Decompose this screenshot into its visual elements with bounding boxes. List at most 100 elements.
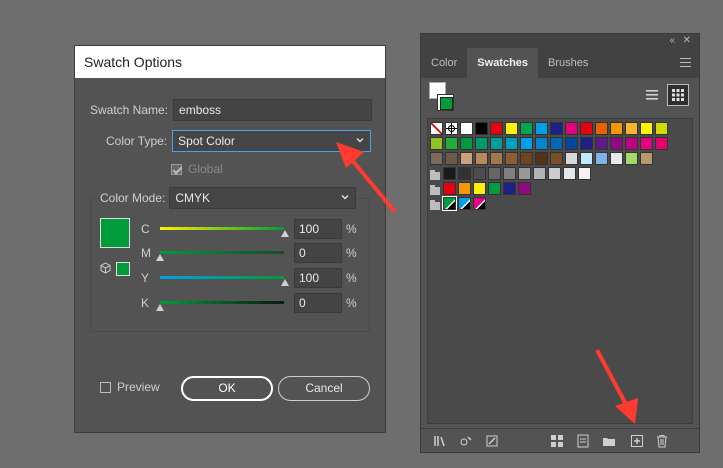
swatch[interactable] [488, 167, 501, 180]
swatch[interactable] [625, 122, 638, 135]
swatch[interactable] [640, 137, 653, 150]
new-color-group-icon[interactable] [602, 434, 616, 448]
swatch[interactable] [610, 152, 623, 165]
swatch[interactable] [490, 122, 503, 135]
swatch[interactable] [578, 167, 591, 180]
slider-track[interactable] [160, 227, 284, 230]
swatch[interactable] [580, 137, 593, 150]
swatch[interactable] [580, 122, 593, 135]
none-swatch[interactable] [430, 122, 443, 135]
global-checkbox[interactable] [171, 163, 182, 175]
swatch[interactable] [430, 137, 443, 150]
swatch-libraries-icon[interactable] [433, 434, 447, 448]
selected-swatch[interactable] [442, 196, 457, 211]
swatch[interactable] [458, 167, 471, 180]
swatch[interactable] [565, 152, 578, 165]
slider-value-input[interactable]: 0 [294, 243, 342, 263]
tab-color[interactable]: Color [421, 48, 467, 78]
swatch[interactable] [518, 182, 531, 195]
swatch[interactable] [430, 152, 443, 165]
swatch[interactable] [475, 137, 488, 150]
ok-button[interactable]: OK [181, 376, 273, 401]
swatch[interactable] [505, 122, 518, 135]
swatch[interactable] [520, 137, 533, 150]
swatch[interactable] [565, 137, 578, 150]
swatch[interactable] [533, 167, 546, 180]
swatch[interactable] [563, 167, 576, 180]
swatch[interactable] [610, 122, 623, 135]
swatch[interactable] [640, 122, 653, 135]
panel-menu-icon[interactable] [680, 58, 691, 67]
delete-swatch-icon[interactable] [655, 434, 669, 448]
swatch[interactable] [505, 137, 518, 150]
swatch[interactable] [535, 122, 548, 135]
slider-thumb[interactable] [156, 304, 164, 311]
swatch[interactable] [490, 137, 503, 150]
swatch[interactable] [460, 137, 473, 150]
slider-value-input[interactable]: 100 [294, 268, 342, 288]
swatch[interactable] [655, 122, 668, 135]
swatch-group-folder-icon[interactable] [430, 170, 440, 180]
list-view-button[interactable] [641, 84, 663, 106]
slider-track[interactable] [160, 251, 284, 254]
swatch[interactable] [458, 197, 471, 210]
slider-value-input[interactable]: 0 [294, 293, 342, 313]
swatch[interactable] [445, 152, 458, 165]
swatch[interactable] [518, 167, 531, 180]
swatch[interactable] [458, 182, 471, 195]
swatch[interactable] [595, 122, 608, 135]
swatch[interactable] [443, 182, 456, 195]
tab-swatches[interactable]: Swatches [467, 48, 539, 78]
swatch-group-folder-icon[interactable] [430, 200, 440, 210]
swatch[interactable] [520, 152, 533, 165]
swatch[interactable] [473, 167, 486, 180]
swatch[interactable] [550, 152, 563, 165]
swatch-name-input[interactable]: emboss [173, 99, 373, 121]
swatch[interactable] [520, 122, 533, 135]
slider-thumb[interactable] [281, 230, 289, 237]
new-swatch-icon[interactable] [630, 434, 644, 448]
swatch[interactable] [505, 152, 518, 165]
swatch[interactable] [490, 152, 503, 165]
swatch[interactable] [595, 137, 608, 150]
swatch[interactable] [565, 122, 578, 135]
edit-color-group-icon[interactable] [576, 434, 590, 448]
swatch[interactable] [443, 167, 456, 180]
swatch[interactable] [550, 122, 563, 135]
slider-track[interactable] [160, 301, 284, 304]
web-safe-swatch[interactable] [116, 262, 130, 276]
registration-swatch[interactable] [445, 122, 458, 135]
out-of-web-cube-icon[interactable] [100, 262, 111, 274]
swatch[interactable] [625, 152, 638, 165]
thumbnail-view-button[interactable] [667, 84, 689, 106]
swatch[interactable] [640, 152, 653, 165]
swatch[interactable] [535, 152, 548, 165]
swatch[interactable] [610, 137, 623, 150]
slider-thumb[interactable] [156, 254, 164, 261]
swatch[interactable] [550, 137, 563, 150]
swatch[interactable] [488, 182, 501, 195]
preview-checkbox[interactable] [100, 381, 111, 393]
color-type-select[interactable]: Spot Color [172, 130, 372, 152]
color-group-icon[interactable] [550, 434, 564, 448]
double-chevron-icon[interactable]: « [669, 35, 675, 46]
stroke-swatch[interactable] [437, 94, 454, 111]
swatch[interactable] [595, 152, 608, 165]
close-icon[interactable]: ✕ [683, 35, 691, 46]
swatch[interactable] [655, 137, 668, 150]
swatch[interactable] [503, 182, 516, 195]
swatch[interactable] [535, 137, 548, 150]
swatch-options-icon[interactable] [485, 434, 499, 448]
swatch[interactable] [473, 197, 486, 210]
swatch[interactable] [460, 152, 473, 165]
swatch[interactable] [503, 167, 516, 180]
cancel-button[interactable]: Cancel [278, 376, 370, 401]
tab-brushes[interactable]: Brushes [538, 48, 598, 78]
swatch[interactable] [460, 122, 473, 135]
swatch[interactable] [473, 182, 486, 195]
slider-track[interactable] [160, 276, 284, 279]
swatch-group-folder-icon[interactable] [430, 185, 440, 195]
swatch[interactable] [475, 152, 488, 165]
slider-value-input[interactable]: 100 [294, 219, 342, 239]
swatch[interactable] [580, 152, 593, 165]
